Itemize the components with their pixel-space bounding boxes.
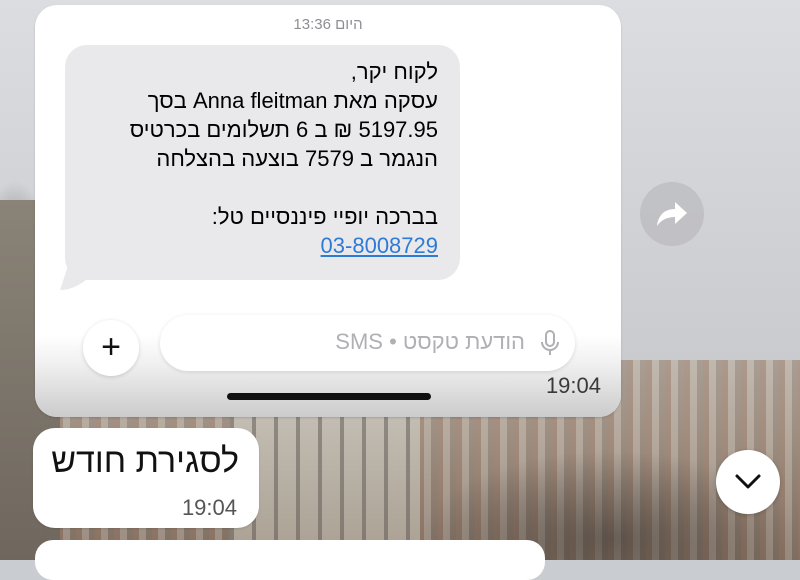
scroll-to-bottom-button[interactable] (716, 450, 780, 514)
next-message-bubble[interactable] (35, 540, 545, 580)
sms-date-label: היום 13:36 (293, 16, 363, 33)
sms-text-input[interactable]: הודעת טקסט • SMS (160, 315, 575, 371)
chevron-down-icon (735, 474, 761, 489)
caption-message-bubble[interactable]: לסגירת חודש 19:04 (33, 428, 259, 528)
sms-line (78, 173, 438, 202)
home-indicator (227, 393, 431, 400)
sms-line: 5197.95 ₪ ב 6 תשלומים בכרטיס (129, 117, 438, 142)
image-timestamp: 19:04 (545, 373, 601, 398)
sms-input-placeholder: הודעת טקסט • SMS (335, 329, 525, 354)
sms-line: בברכה יופיי פיננסיים טל: (211, 204, 438, 229)
sms-message-text: לקוח יקר, עסקה מאת Anna fleitman בסך 519… (78, 57, 438, 260)
sms-line: לקוח יקר, (350, 59, 438, 84)
sms-screenshot-image[interactable]: היום 13:36 לקוח יקר, עסקה מאת Anna fleit… (35, 5, 621, 417)
microphone-icon[interactable] (539, 329, 561, 357)
sms-message-bubble: לקוח יקר, עסקה מאת Anna fleitman בסך 519… (65, 45, 460, 280)
caption-text: לסגירת חודש (51, 442, 239, 480)
sms-phone-link[interactable]: 03-8008729 (321, 231, 438, 260)
add-attachment-button[interactable]: + (83, 320, 139, 376)
sms-line: עסקה מאת Anna fleitman בסך (147, 88, 438, 113)
caption-timestamp: 19:04 (181, 495, 237, 520)
forward-arrow-icon (657, 202, 687, 226)
sms-line: הנגמר ב 7579 בוצעה בהצלחה (156, 146, 438, 171)
forward-button[interactable] (640, 182, 704, 246)
